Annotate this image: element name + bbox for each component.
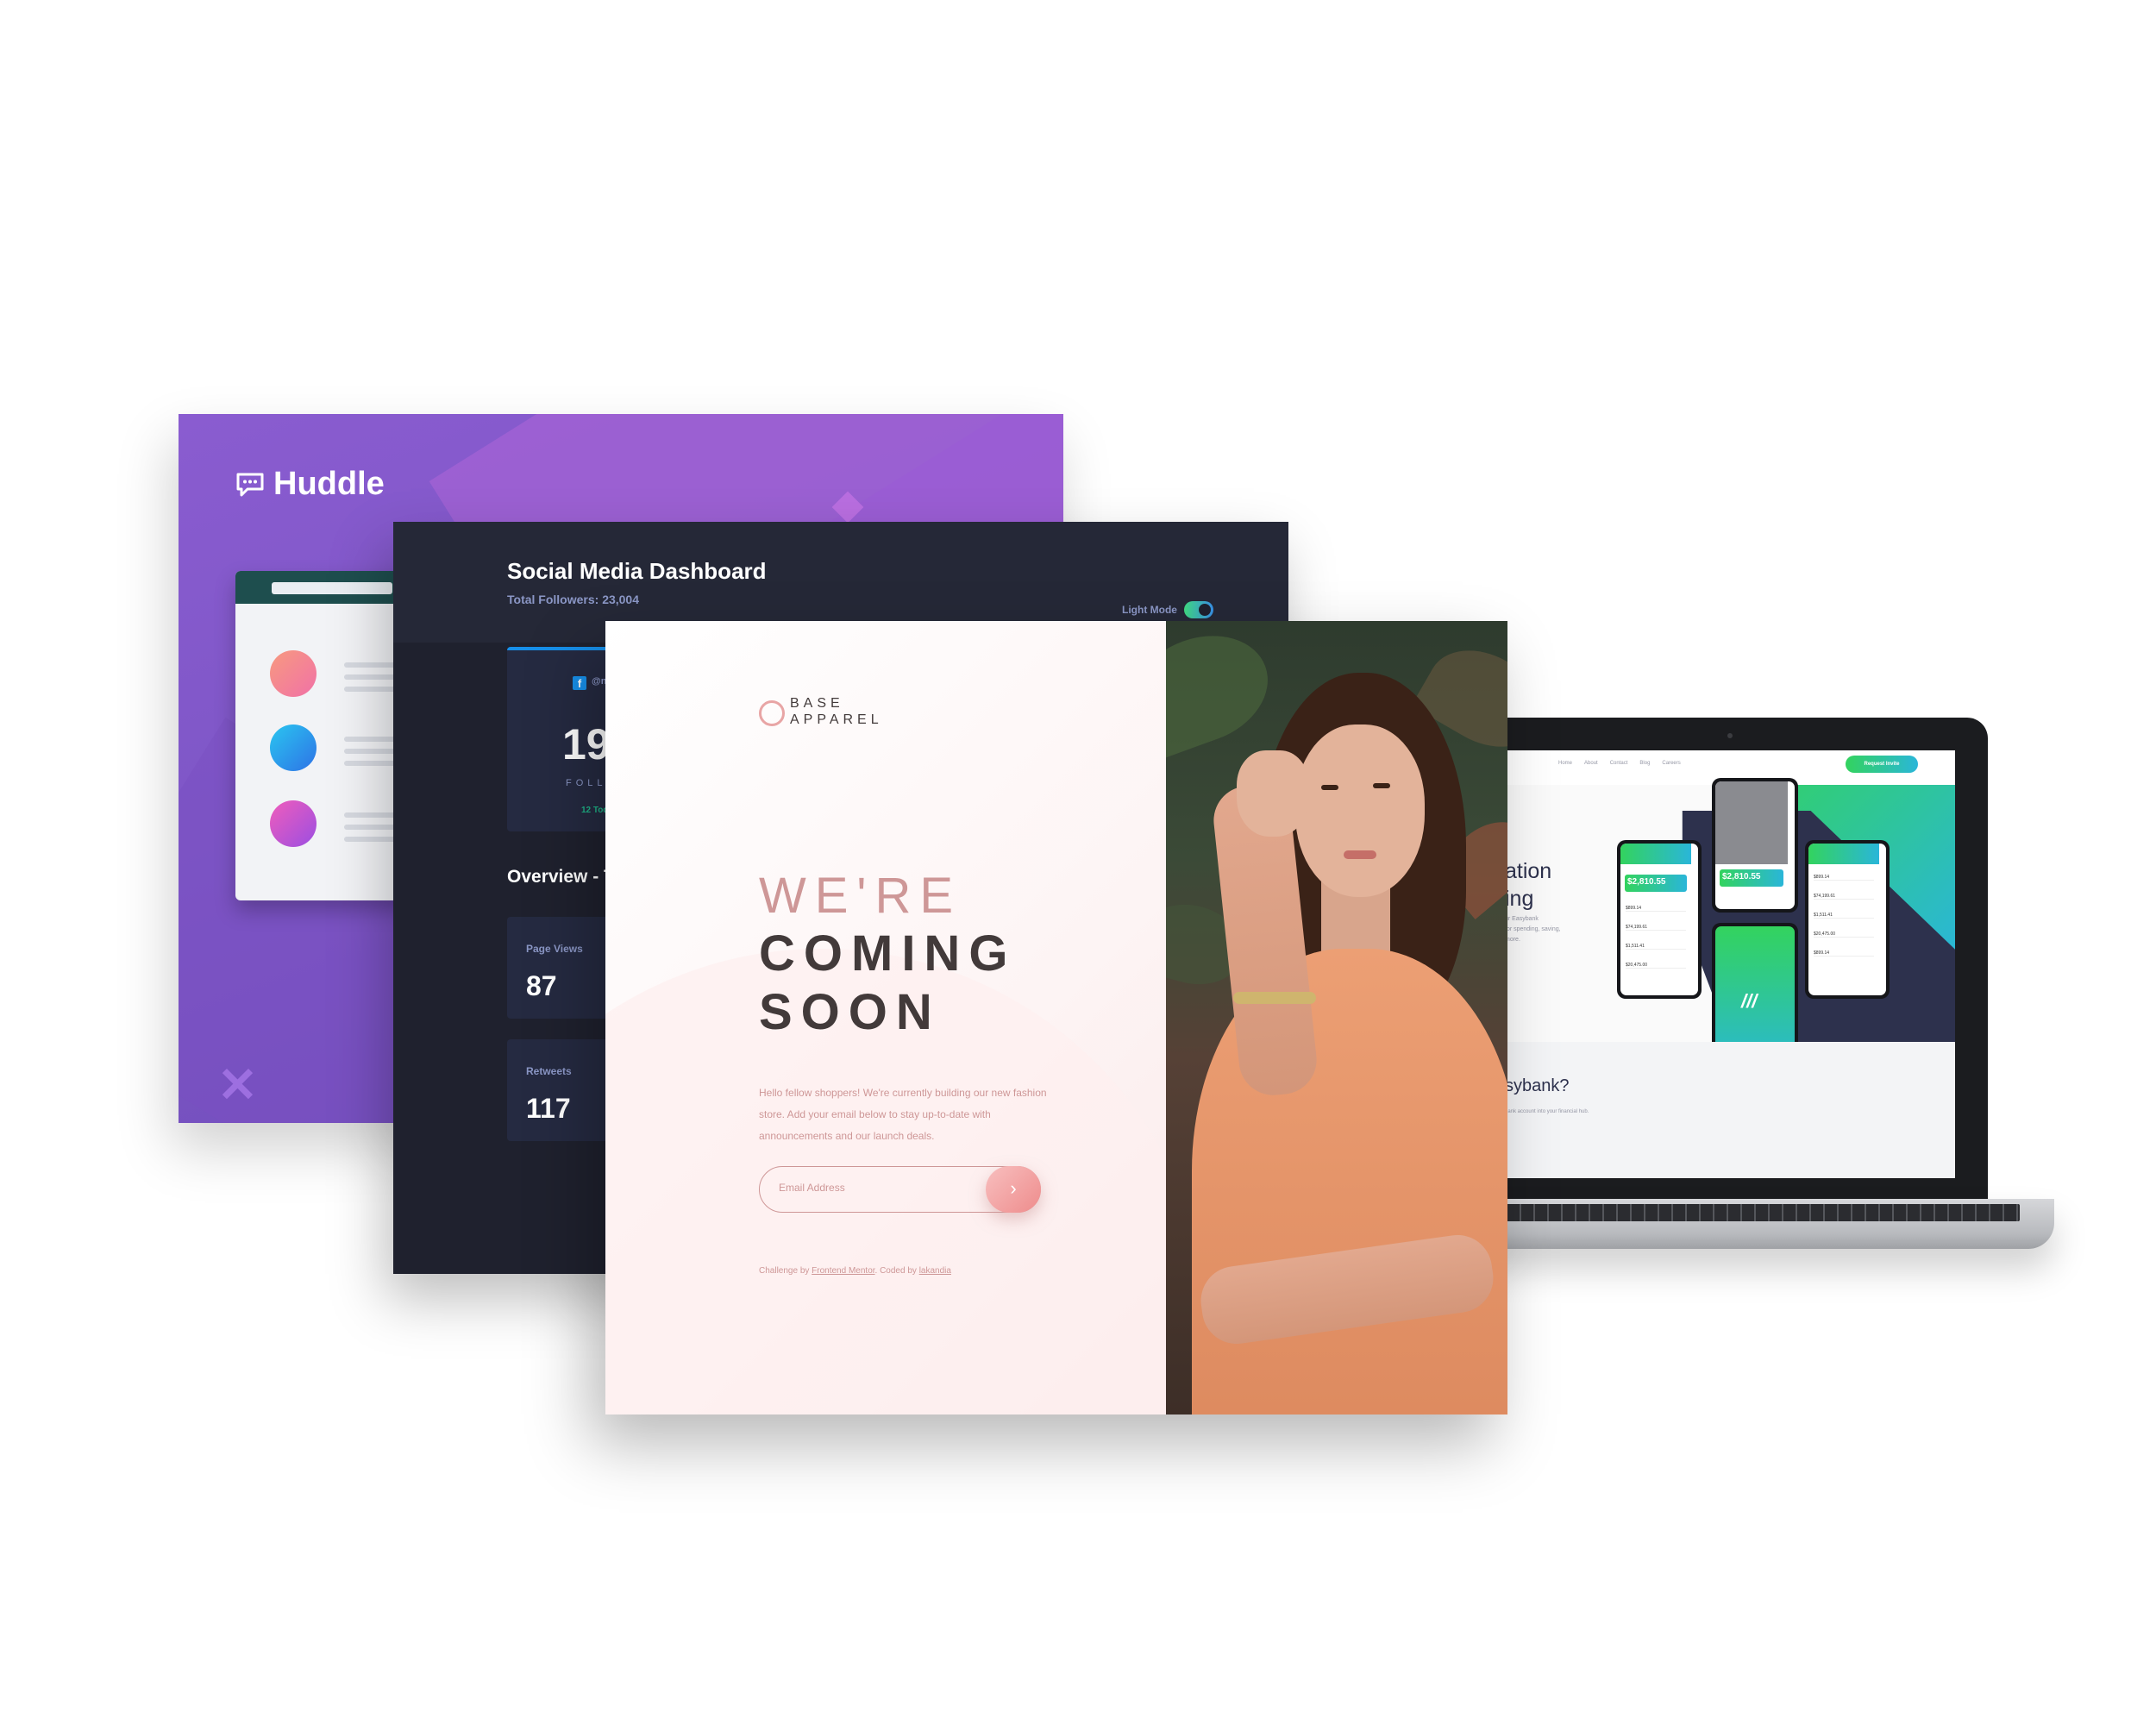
easybank-nav: Home About Contact Blog Careers — [1558, 761, 1681, 766]
face — [1295, 724, 1425, 897]
heading-dark: COMING SOON — [759, 925, 1016, 1042]
leaf-decoration — [1166, 621, 1283, 762]
laptop-lid: Home About Contact Blog Careers Request … — [1472, 718, 1988, 1202]
avatar — [270, 800, 317, 847]
hero-headline-line: ation — [1505, 859, 1552, 883]
eye — [1373, 783, 1390, 788]
hand — [1237, 750, 1309, 837]
transaction-row: $899.14 — [1814, 950, 1874, 957]
transaction-row: $20,475.00 — [1814, 932, 1874, 938]
phone-screen: $2,810.55 — [1715, 781, 1795, 909]
heading-line: COMING — [759, 925, 1017, 982]
hero-copy: ur Easybank for spending, saving, more. — [1505, 914, 1561, 945]
transaction-row: $74,199.61 — [1626, 925, 1686, 931]
facebook-icon: f — [573, 676, 586, 690]
transaction-row: $1,511.41 — [1814, 913, 1874, 919]
mode-label: Light Mode — [1122, 604, 1177, 616]
logo-line: APPAREL — [790, 712, 883, 727]
dashboard-title: Social Media Dashboard — [507, 558, 767, 584]
text-line — [344, 837, 396, 842]
email-form: Email Address › — [759, 1166, 1041, 1213]
mockup-pill — [272, 582, 392, 594]
chat-mockup — [235, 571, 417, 900]
email-input[interactable]: Email Address — [779, 1182, 845, 1194]
phone-header — [1808, 844, 1879, 864]
phone-mockup: $2,810.55 — [1712, 778, 1798, 913]
transaction-row: $74,199.61 — [1814, 894, 1874, 900]
transaction-row: $1,511.41 — [1626, 944, 1686, 950]
attribution: Challenge by Frontend Mentor. Coded by l… — [759, 1266, 951, 1276]
light-mode-toggle[interactable] — [1184, 601, 1213, 618]
intro-paragraph: Hello fellow shoppers! We're currently b… — [759, 1087, 1047, 1142]
attribution-text: Challenge by — [759, 1266, 812, 1276]
transaction-row: $899.14 — [1626, 906, 1686, 912]
toggle-knob — [1199, 604, 1211, 616]
mockup-header — [235, 571, 417, 604]
hero-headline: ation ing — [1505, 857, 1551, 913]
avatar — [270, 724, 317, 771]
frontend-mentor-link[interactable]: Frontend Mentor — [812, 1266, 874, 1276]
phone-screen: $899.14 $74,199.61 $1,511.41 $20,475.00 … — [1808, 844, 1886, 995]
easybank-hero: ation ing ur Easybank for spending, savi… — [1505, 778, 1955, 1082]
avatar — [270, 650, 317, 697]
nav-contact[interactable]: Contact — [1610, 761, 1628, 766]
hero-headline-line: ing — [1505, 887, 1534, 911]
stat-label: Page Views — [526, 943, 583, 955]
total-followers: Total Followers: 23,004 — [507, 593, 640, 606]
nav-home[interactable]: Home — [1558, 761, 1572, 766]
phone-balance: $2,810.55 — [1720, 869, 1783, 887]
why-title: sybank? — [1505, 1076, 1570, 1095]
heading-line: SOON — [759, 984, 941, 1040]
hero-copy-line: for spending, saving, — [1505, 926, 1561, 932]
hero-photo — [1166, 621, 1507, 1414]
phone-balance: $2,810.55 — [1625, 875, 1687, 892]
hero-copy-line: ur Easybank — [1505, 916, 1539, 922]
why-section: sybank? bank account into your financial… — [1505, 1042, 1955, 1178]
request-invite-button[interactable]: Request Invite — [1846, 756, 1918, 773]
easybank-logo-icon: /// — [1741, 990, 1758, 1012]
heading-light: WE'RE — [759, 868, 962, 924]
bracelet — [1233, 992, 1316, 1004]
phone-overlay — [1715, 781, 1788, 864]
nav-careers[interactable]: Careers — [1662, 761, 1680, 766]
submit-arrow-button[interactable]: › — [986, 1166, 1041, 1213]
author-link[interactable]: lakandia — [919, 1266, 951, 1276]
today-change: 12 Tod — [581, 806, 609, 815]
base-apparel-preview: BASE APPAREL WE'RE COMING SOON Hello fel… — [605, 621, 1507, 1414]
nav-about[interactable]: About — [1584, 761, 1598, 766]
x-decoration-icon: ✕ — [217, 1057, 258, 1112]
phone-mockup: $2,810.55 $899.14 $74,199.61 $1,511.41 $… — [1617, 840, 1702, 999]
stat-value: 117 — [526, 1093, 571, 1124]
phone-screen: $2,810.55 $899.14 $74,199.61 $1,511.41 $… — [1620, 844, 1698, 995]
text-line — [344, 761, 396, 766]
transaction-row: $20,475.00 — [1626, 963, 1686, 969]
nav-blog[interactable]: Blog — [1639, 761, 1650, 766]
chat-bubble-icon — [236, 473, 264, 496]
huddle-brand: Huddle — [273, 466, 385, 502]
huddle-logo[interactable]: Huddle — [235, 466, 385, 503]
logo-ring-icon — [759, 700, 785, 726]
why-subtitle: bank account into your financial hub. — [1505, 1109, 1589, 1114]
text-line — [344, 687, 396, 692]
hero-copy-line: more. — [1505, 937, 1520, 943]
camera-icon — [1727, 733, 1733, 738]
laptop-keyboard — [1466, 1204, 2020, 1221]
laptop-base — [1432, 1199, 2054, 1249]
stat-value: 87 — [526, 970, 557, 1001]
attribution-text: . Coded by — [874, 1266, 919, 1276]
eye — [1321, 785, 1338, 790]
transaction-row: $899.14 — [1814, 875, 1874, 881]
phone-header — [1620, 844, 1691, 864]
phone-mockup: $899.14 $74,199.61 $1,511.41 $20,475.00 … — [1805, 840, 1890, 999]
overview-title: Overview - T — [507, 867, 615, 887]
logo-line: BASE — [790, 696, 844, 711]
lips — [1344, 850, 1376, 859]
easybank-screen: Home About Contact Blog Careers Request … — [1505, 750, 1955, 1178]
stat-label: Retweets — [526, 1065, 572, 1077]
apparel-content-side: BASE APPAREL WE'RE COMING SOON Hello fel… — [605, 621, 1209, 1414]
apparel-logo[interactable]: BASE APPAREL — [790, 695, 883, 728]
